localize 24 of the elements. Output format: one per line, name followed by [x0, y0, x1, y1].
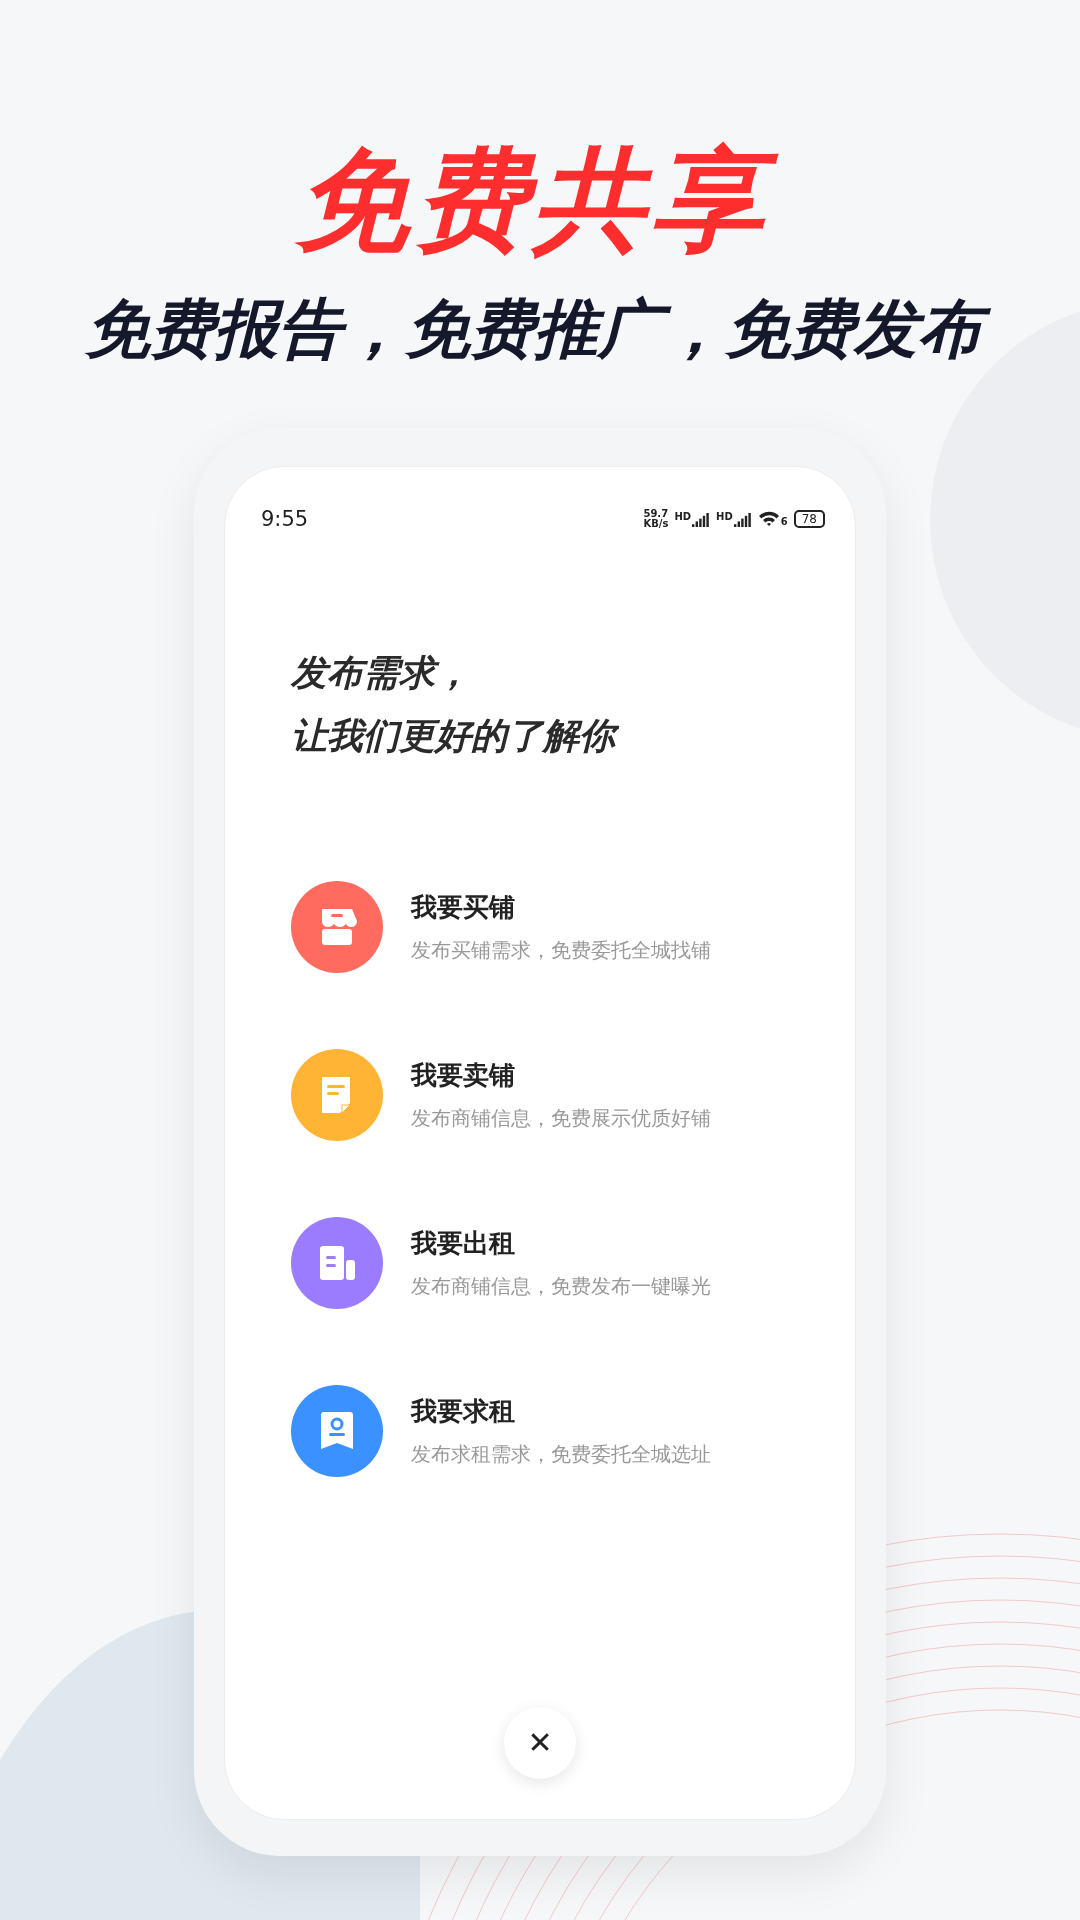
intro-text: 让我们更好的了解你	[291, 712, 855, 761]
option-description: 发布商铺信息，免费展示优质好铺	[411, 1105, 711, 1132]
profile-card-icon	[319, 1411, 355, 1451]
intro-text: 发布需求，	[291, 651, 472, 695]
option-title[interactable]: 我要出租	[411, 1226, 711, 1261]
wifi-label: 6	[780, 516, 788, 527]
subheadline: 免费报告，免费推广，免费发布	[80, 285, 1000, 372]
option-title[interactable]: 我要买铺	[411, 890, 711, 925]
building-icon	[317, 1244, 357, 1282]
network-speed: 59.7 KB/s	[643, 509, 669, 529]
headline: 免费共享	[287, 128, 793, 274]
status-time: 9:55	[261, 507, 309, 531]
option-description: 发布求租需求，免费委托全城选址	[411, 1441, 711, 1468]
option-title[interactable]: 我要求租	[411, 1394, 711, 1429]
option-description: 发布买铺需求，免费委托全城找铺	[411, 937, 711, 964]
hd-label: HD	[716, 511, 733, 522]
wifi-icon	[757, 511, 780, 527]
signal-icon	[733, 511, 752, 527]
option-description: 发布商铺信息，免费发布一键曝光	[411, 1273, 711, 1300]
hd-label: HD	[674, 511, 692, 522]
battery-level: 78	[793, 510, 825, 528]
close-button[interactable]: ✕	[504, 1707, 576, 1779]
signal-icon	[692, 511, 711, 527]
option-title[interactable]: 我要卖铺	[411, 1058, 711, 1093]
